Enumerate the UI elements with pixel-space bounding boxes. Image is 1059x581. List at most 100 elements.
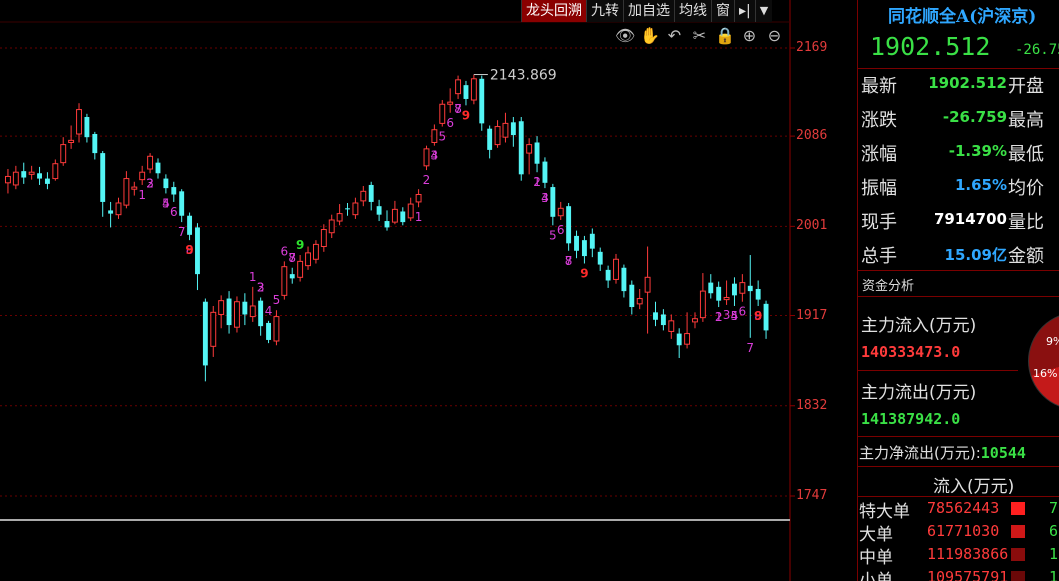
- toolbar-button-leader-review[interactable]: 龙头回溯: [521, 0, 586, 22]
- divider: [858, 466, 1059, 467]
- inflow-bar: [1011, 548, 1025, 561]
- nine-turn-marker: 8: [288, 251, 296, 265]
- y-tick-label: 2001: [796, 218, 828, 234]
- inflow-value: 111983866: [927, 545, 1009, 563]
- candle-body-up: [644, 276, 651, 293]
- candle-body-down: [589, 233, 595, 249]
- candle-body-up: [12, 171, 19, 186]
- candle-body-up: [60, 144, 67, 164]
- inflow-value: 109575791: [927, 568, 1009, 581]
- candle-body-down: [179, 191, 185, 216]
- quote-label-secondary: 最低: [1008, 144, 1044, 165]
- nine-turn-marker: 2: [423, 173, 431, 187]
- zoom-out-icon[interactable]: ⊖: [765, 26, 784, 45]
- undo-icon[interactable]: ↶: [665, 26, 684, 45]
- nine-turn-marker: 6: [446, 116, 454, 130]
- flow-table-row: 大单 61771030 6: [859, 521, 1059, 545]
- nine-turn-marker: 3: [723, 308, 731, 322]
- inflow-value: 61771030: [927, 522, 1000, 540]
- candle-body-up: [502, 122, 509, 138]
- candle-body-up: [557, 207, 564, 217]
- nine-turn-marker: 6: [739, 305, 747, 319]
- candle-body-down: [581, 240, 587, 257]
- scissors-icon[interactable]: ✂: [690, 26, 709, 45]
- flow-table-header: 流入(万元): [933, 477, 1015, 497]
- toolbar-button-nine-turn[interactable]: 九转: [586, 0, 623, 22]
- net-outflow-label: 主力净流出(万元):: [859, 444, 981, 462]
- outflow-value: 10: [1049, 568, 1059, 581]
- quote-label-secondary: 开盘: [1008, 76, 1044, 97]
- toolbar-button-moving-average[interactable]: 均线: [674, 0, 711, 22]
- main-inflow-label: 主力流入(万元): [861, 316, 977, 336]
- hand-icon[interactable]: ✋: [640, 26, 660, 45]
- candle-body-down: [187, 215, 193, 235]
- candle-body-down: [84, 117, 90, 138]
- candle-body-up: [312, 243, 319, 260]
- y-tick-label: 2086: [796, 128, 828, 144]
- quote-label: 涨跌: [861, 110, 897, 131]
- nine-turn-marker: 3: [257, 280, 265, 294]
- nine-turn-marker: 6: [557, 223, 565, 237]
- quote-label-secondary: 量比: [1008, 212, 1044, 233]
- candle-body-down: [479, 78, 485, 124]
- quote-value: 7914700: [933, 210, 1007, 228]
- chart-tool-icons: 👁 ✋ ↶ ✂ 🔒 ⊕ ⊖: [615, 26, 784, 45]
- quote-value: 15.09亿: [944, 246, 1007, 264]
- flow-table-row: 特大单 78562443 7: [859, 498, 1059, 522]
- candle-body-down: [289, 274, 295, 279]
- nine-turn-marker: 9: [462, 108, 470, 122]
- outflow-value: 11: [1049, 545, 1059, 563]
- quote-label: 最新: [861, 76, 897, 97]
- toolbar-dropdown-icon[interactable]: ▼: [754, 0, 772, 22]
- divider: [858, 370, 1018, 371]
- chart-toolbar: 龙头回溯 九转 加自选 均线 窗 ▸| ▼: [521, 0, 773, 22]
- quote-label: 涨幅: [861, 144, 897, 165]
- candle-body-down: [108, 210, 114, 214]
- toolbar-button-add-watchlist[interactable]: 加自选: [623, 0, 674, 22]
- zoom-in-icon[interactable]: ⊕: [740, 26, 759, 45]
- nine-turn-marker: 6: [281, 244, 289, 258]
- candle-body-down: [226, 298, 232, 326]
- nine-turn-marker: 8: [454, 102, 462, 116]
- lock-icon[interactable]: 🔒: [715, 26, 735, 45]
- candle-body-down: [384, 221, 390, 228]
- candle-body-down: [242, 301, 248, 315]
- candle-body-up: [210, 311, 217, 347]
- candle-body-up: [723, 296, 730, 301]
- candle-body-down: [566, 206, 572, 244]
- candle-body-up: [52, 163, 59, 180]
- candle-body-up: [273, 316, 280, 342]
- nine-turn-marker: 4: [541, 191, 549, 205]
- divider: [858, 436, 1059, 437]
- order-size-label: 大单: [859, 525, 893, 545]
- candle-body-down: [368, 184, 374, 202]
- candle-body-up: [5, 175, 11, 184]
- nine-turn-marker: 9: [580, 267, 588, 281]
- nine-turn-marker: 1: [138, 188, 146, 202]
- candle-body-down: [44, 178, 50, 184]
- flow-table-row: 中单 111983866 11: [859, 544, 1059, 568]
- eye-icon[interactable]: 👁: [615, 26, 635, 45]
- candle-body-down: [621, 267, 627, 292]
- net-outflow-value: 10544: [980, 444, 1026, 462]
- candle-body-up: [336, 213, 343, 222]
- nine-turn-marker: 3: [146, 176, 154, 190]
- candle-body-up: [68, 139, 75, 143]
- high-annotation-label: 2143.869: [490, 68, 557, 84]
- candle-body-down: [518, 121, 524, 175]
- nine-turn-marker: 9: [754, 309, 762, 323]
- candle-body-down: [676, 333, 682, 346]
- candlestick-chart: 123456789123456 78912345678 912345 678912 3 4…: [0, 0, 795, 581]
- candle-body-down: [266, 322, 271, 340]
- toolbar-button-window[interactable]: 窗: [711, 0, 734, 22]
- candle-body-down: [92, 133, 98, 154]
- candle-body-down: [708, 282, 714, 294]
- collapse-panel-button[interactable]: ▸|: [734, 0, 755, 22]
- inflow-bar: [1011, 525, 1025, 538]
- index-change: -26.759: [1015, 42, 1059, 58]
- nine-turn-marker: 5: [549, 228, 557, 242]
- candle-body-down: [755, 288, 761, 300]
- nine-turn-marker: 5: [162, 196, 170, 210]
- candle-body-up: [668, 320, 675, 332]
- candle-body-down: [155, 162, 161, 174]
